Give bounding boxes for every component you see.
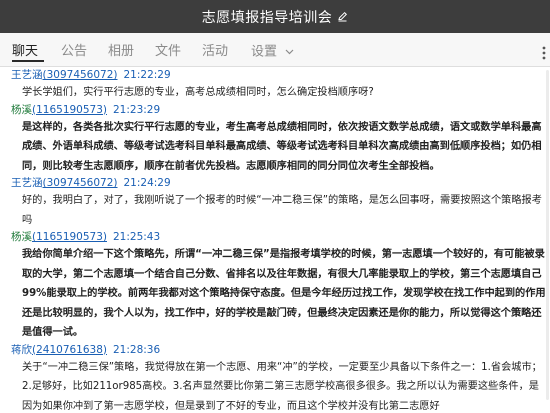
tab-activities[interactable]: 活动 bbox=[202, 33, 228, 66]
message-header: 王艺涵(3097456072) 21:22:29 bbox=[11, 68, 550, 83]
message-time: 21:25:43 bbox=[113, 231, 161, 243]
window-title: 志愿填报指导培训会 bbox=[201, 9, 333, 26]
chevron-down-icon bbox=[285, 33, 294, 71]
tab-settings-label: 设置 bbox=[251, 44, 278, 60]
sender-name[interactable]: 王艺涵 bbox=[11, 177, 43, 189]
sender-qq-link[interactable]: (3097456072) bbox=[43, 177, 118, 189]
sender-qq-link[interactable]: (1165190573) bbox=[32, 104, 107, 116]
active-tab-indicator bbox=[12, 60, 44, 62]
message-time: 21:22:29 bbox=[123, 69, 171, 81]
chat-message-list[interactable]: 王艺涵(3097456072) 21:22:29 学长学姐们，实行平行志愿的专业，… bbox=[0, 68, 550, 413]
sender-name[interactable]: 杨溪 bbox=[11, 104, 32, 116]
more-icon[interactable] bbox=[542, 45, 546, 64]
message-text: 是这样的，各类各批次实行平行志愿的专业，考生高考总成绩相同时，依次按语文数学总成… bbox=[22, 121, 542, 172]
tab-settings[interactable]: 设置 bbox=[251, 33, 294, 66]
edit-icon[interactable] bbox=[337, 11, 348, 22]
sender-qq-link[interactable]: (1165190573) bbox=[32, 231, 107, 243]
message-header: 杨溪(1165190573) 21:23:29 bbox=[11, 103, 550, 118]
chat-message: 蒋欣(2410761638) 21:28:36 关于“一冲二稳三保”策略，我觉得放… bbox=[0, 343, 550, 413]
chat-message: 杨溪(1165190573) 21:25:43 我给你简单介绍一下这个策略先，所谓… bbox=[0, 230, 550, 343]
scrollbar[interactable] bbox=[546, 70, 549, 400]
chat-message: 王艺涵(3097456072) 21:22:29 学长学姐们，实行平行志愿的专业，… bbox=[0, 68, 550, 103]
tab-album[interactable]: 相册 bbox=[108, 33, 134, 66]
message-header: 杨溪(1165190573) 21:25:43 bbox=[11, 230, 550, 245]
sender-qq-link[interactable]: (2410761638) bbox=[32, 344, 107, 356]
message-header: 蒋欣(2410761638) 21:28:36 bbox=[11, 343, 550, 358]
message-time: 21:24:29 bbox=[123, 177, 171, 189]
message-text: 关于“一冲二稳三保”策略，我觉得放在第一个志愿、用来“冲”的学校，一定要至少具备… bbox=[22, 361, 542, 412]
message-time: 21:23:29 bbox=[113, 103, 161, 116]
message-text: 我给你简单介绍一下这个策略先，所谓“一冲二稳三保”是指报考填学校的时候，第一志愿… bbox=[22, 249, 546, 338]
message-text: 学长学姐们，实行平行志愿的专业，高考总成绩相同时，怎么确定投档顺序呀? bbox=[22, 87, 374, 98]
sender-name[interactable]: 王艺涵 bbox=[11, 69, 43, 81]
sender-name[interactable]: 杨溪 bbox=[11, 231, 32, 243]
tab-announcements[interactable]: 公告 bbox=[61, 33, 87, 66]
message-text: 好的，我明白了，对了，我刚听说了一个报考的时候“一冲二稳三保”的策略，是怎么回事… bbox=[22, 195, 542, 226]
message-header: 王艺涵(3097456072) 21:24:29 bbox=[11, 176, 550, 191]
tab-bar: 聊天 公告 相册 文件 活动 设置 bbox=[0, 33, 550, 67]
sender-name[interactable]: 蒋欣 bbox=[11, 344, 32, 356]
chat-message: 杨溪(1165190573) 21:23:29 是这样的，各类各批次实行平行志愿的… bbox=[0, 103, 550, 177]
tab-files[interactable]: 文件 bbox=[155, 33, 181, 66]
window-titlebar: 志愿填报指导培训会 bbox=[0, 0, 550, 33]
chat-message: 王艺涵(3097456072) 21:24:29 好的，我明白了，对了，我刚听说了… bbox=[0, 176, 550, 230]
sender-qq-link[interactable]: (3097456072) bbox=[43, 69, 118, 81]
message-time: 21:28:36 bbox=[113, 343, 161, 356]
